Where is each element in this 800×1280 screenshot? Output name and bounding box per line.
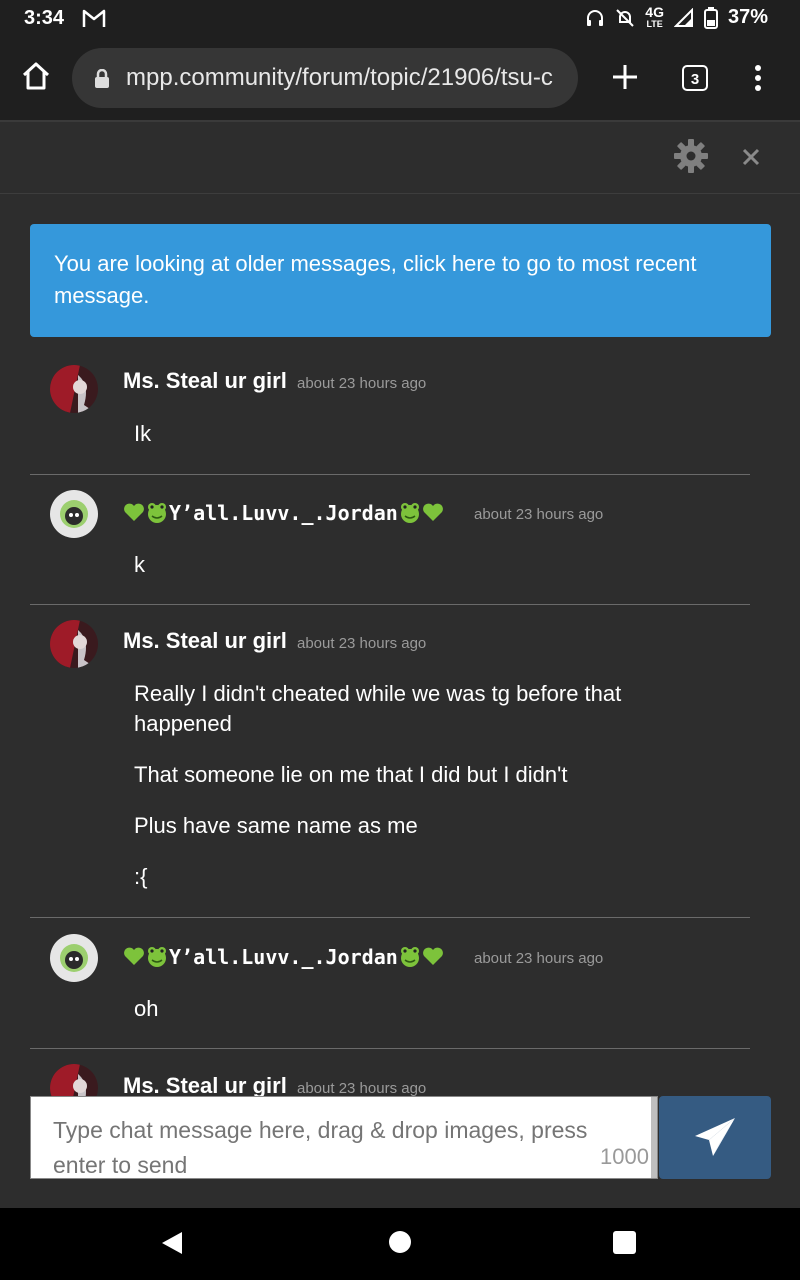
avatar[interactable] (50, 620, 98, 668)
avatar-image (50, 620, 98, 668)
network-sub-label: LTE (646, 18, 663, 29)
chat-message: Y’all.Luvv._.Jordan about 23 hours ago k (30, 490, 750, 590)
avatar-image (50, 1064, 98, 1096)
address-bar[interactable]: mpp.community/forum/topic/21906/tsu-c (72, 48, 578, 108)
message-divider (30, 474, 750, 475)
avatar-image (50, 365, 98, 413)
message-time: about 23 hours ago (474, 950, 604, 967)
send-button[interactable] (659, 1096, 771, 1179)
message-text: :{ (134, 864, 148, 889)
home-icon[interactable] (20, 60, 52, 92)
message-text: Really I didn't cheated while we was tg … (134, 681, 622, 706)
avatar[interactable] (50, 365, 98, 413)
message-username[interactable]: Y’all.Luvv._.Jordan (123, 944, 444, 969)
overflow-menu-icon[interactable] (748, 64, 768, 92)
paper-plane-icon (695, 1117, 735, 1156)
chat-message-input[interactable] (31, 1097, 651, 1178)
gear-icon[interactable] (673, 138, 709, 174)
network-label: 4G (645, 3, 664, 20)
char-counter: 1000 (600, 1144, 649, 1169)
chat-message: Y’all.Luvv._.Jordan about 23 hours ago o… (30, 934, 750, 1034)
frog-emoji (400, 503, 419, 523)
signal-icon (673, 7, 693, 27)
battery-percent: 37% (727, 6, 768, 28)
chat-message: Ms. Steal ur girl about 23 hours ago (30, 1064, 750, 1096)
status-time: 3:34 (24, 7, 65, 29)
status-bar: 3:34 4G LTE 37% (0, 0, 800, 38)
chat-composer: 1000 (30, 1096, 658, 1179)
close-icon[interactable] (740, 146, 762, 168)
message-divider (30, 917, 750, 918)
avatar-image (50, 934, 98, 982)
message-text: k (134, 552, 145, 577)
mute-bell-icon (616, 8, 634, 27)
gmail-icon (82, 9, 106, 27)
message-text: Ik (134, 421, 152, 446)
recents-button[interactable] (613, 1231, 636, 1254)
headphones-icon (587, 9, 604, 26)
message-text: happened (134, 711, 232, 736)
chat-header (0, 122, 800, 194)
green-heart-emoji (124, 503, 144, 521)
network-type: 4G LTE (645, 3, 664, 29)
avatar[interactable] (50, 1064, 98, 1096)
username-text: Y’all.Luvv._.Jordan (169, 945, 398, 969)
status-icons: 4G LTE 37% (585, 3, 768, 29)
chat-message: Ms. Steal ur girl about 23 hours ago Rea… (30, 620, 750, 900)
frog-emoji (148, 503, 166, 523)
frog-emoji (400, 947, 419, 967)
message-text: That someone lie on me that I did but I … (134, 762, 568, 787)
back-icon[interactable] (160, 1230, 184, 1256)
message-username[interactable]: Y’all.Luvv._.Jordan (123, 500, 444, 525)
older-messages-banner[interactable]: You are looking at older messages, click… (30, 224, 771, 337)
green-heart-emoji (422, 503, 443, 521)
green-heart-emoji (422, 947, 443, 965)
message-username[interactable]: Ms. Steal ur girl (123, 628, 287, 654)
message-time: about 23 hours ago (297, 375, 427, 392)
avatar-image (50, 490, 98, 538)
lock-icon (95, 69, 109, 88)
message-username[interactable]: Ms. Steal ur girl (123, 368, 287, 394)
message-text: oh (134, 996, 159, 1021)
new-tab-icon[interactable] (608, 60, 642, 94)
message-time: about 23 hours ago (297, 1080, 427, 1096)
home-button[interactable] (389, 1231, 411, 1253)
message-username[interactable]: Ms. Steal ur girl (123, 1073, 287, 1096)
composer-gutter (0, 1096, 30, 1180)
tab-switcher-button[interactable]: 3 (682, 65, 708, 91)
chat-message: Ms. Steal ur girl about 23 hours ago Ik (30, 365, 750, 465)
avatar[interactable] (50, 934, 98, 982)
system-nav-bar (0, 1208, 800, 1280)
frog-emoji (148, 947, 166, 967)
message-time: about 23 hours ago (474, 506, 604, 523)
battery-icon (703, 6, 718, 29)
url-text[interactable]: mpp.community/forum/topic/21906/tsu-c (126, 64, 553, 92)
composer-scrollbar[interactable] (651, 1097, 657, 1178)
browser-toolbar: mpp.community/forum/topic/21906/tsu-c 3 (0, 38, 800, 122)
message-text: Plus have same name as me (134, 813, 418, 838)
green-heart-emoji (124, 947, 144, 965)
username-text: Y’all.Luvv._.Jordan (169, 501, 398, 525)
message-divider (30, 604, 750, 605)
avatar[interactable] (50, 490, 98, 538)
message-divider (30, 1048, 750, 1049)
message-time: about 23 hours ago (297, 635, 427, 652)
